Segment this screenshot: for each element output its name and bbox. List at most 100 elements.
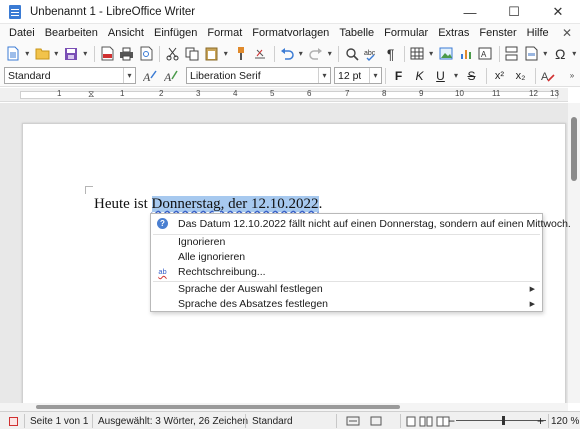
ruler-number: 8: [382, 89, 387, 98]
update-style-icon[interactable]: A: [141, 66, 160, 85]
undo-icon[interactable]: [277, 44, 296, 64]
paragraph-style-select[interactable]: Standard ▾: [4, 67, 136, 84]
selected-text[interactable]: Donnerstag, der 12.10.2022: [151, 196, 319, 212]
underline-button[interactable]: U: [431, 66, 450, 85]
clone-format-icon[interactable]: [231, 44, 250, 64]
redo-dropdown-icon[interactable]: ▾: [326, 49, 333, 58]
menu-datei[interactable]: Datei: [4, 27, 40, 39]
clear-direct-formatting-icon[interactable]: A: [539, 66, 558, 85]
menu-einfuegen[interactable]: Einfügen: [149, 27, 202, 39]
print-icon[interactable]: [117, 44, 136, 64]
chevron-down-icon[interactable]: ▾: [123, 68, 135, 83]
zoom-slider-track[interactable]: [456, 420, 546, 421]
page-count[interactable]: Seite 1 von 1: [30, 414, 88, 428]
menu-item-selection-language[interactable]: Sprache der Auswahl festlegen ▶: [151, 281, 542, 296]
menu-item-ignore[interactable]: Ignorieren: [151, 234, 542, 249]
ruler-number: 7: [345, 89, 350, 98]
superscript-button[interactable]: x²: [490, 66, 509, 85]
menu-item-spelling[interactable]: ab Rechtschreibung...: [151, 264, 542, 279]
redo-icon[interactable]: [306, 44, 325, 64]
special-character-icon[interactable]: Ω: [551, 44, 570, 64]
document-modified-icon[interactable]: [9, 414, 18, 428]
selection-mode-icon[interactable]: [346, 414, 360, 428]
open-dropdown-icon[interactable]: ▾: [53, 49, 60, 58]
multi-page-view-icon[interactable]: [419, 414, 433, 428]
bold-button[interactable]: F: [389, 66, 408, 85]
insert-table-icon[interactable]: [408, 44, 427, 64]
window-title: Unbenannt 1 - LibreOffice Writer: [30, 5, 196, 18]
toolbar-separator: [535, 67, 536, 84]
insert-textbox-icon[interactable]: A: [476, 44, 495, 64]
formatting-marks-icon[interactable]: ¶: [381, 44, 400, 64]
new-document-dropdown-icon[interactable]: ▾: [24, 49, 31, 58]
insert-chart-icon[interactable]: [456, 44, 475, 64]
menu-hilfe[interactable]: Hilfe: [522, 27, 554, 39]
horizontal-scrollbar[interactable]: [0, 403, 568, 411]
font-size-value: 12 pt: [338, 69, 362, 82]
undo-dropdown-icon[interactable]: ▾: [297, 49, 304, 58]
zoom-in-button[interactable]: +: [537, 414, 544, 428]
menu-tabelle[interactable]: Tabelle: [334, 27, 379, 39]
menu-bearbeiten[interactable]: Bearbeiten: [40, 27, 103, 39]
single-page-view-icon[interactable]: [406, 414, 416, 428]
chevron-down-icon[interactable]: ▾: [318, 68, 330, 83]
zoom-out-button[interactable]: −: [448, 414, 455, 428]
insert-image-icon[interactable]: [437, 44, 456, 64]
toolbar-separator: [385, 67, 386, 84]
document-paragraph[interactable]: Heute ist Donnerstag, der 12.10.2022.: [94, 196, 322, 213]
vertical-scrollbar[interactable]: [568, 103, 580, 403]
zoom-level[interactable]: 120 %: [551, 414, 579, 428]
insert-field-icon[interactable]: [522, 44, 541, 64]
menu-extras[interactable]: Extras: [433, 27, 474, 39]
strikethrough-button[interactable]: S: [462, 66, 481, 85]
close-document-icon[interactable]: ✕: [562, 26, 572, 40]
horizontal-ruler[interactable]: 1 ⧖ 1 2 3 4 5 6 7 8 9 10 11 12 13: [0, 88, 568, 102]
special-character-dropdown-icon[interactable]: ▾: [570, 49, 577, 58]
menu-item-paragraph-language[interactable]: Sprache des Absatzes festlegen ▶: [151, 296, 542, 311]
digital-signature-icon[interactable]: [370, 414, 382, 428]
paste-icon[interactable]: [202, 44, 221, 64]
find-replace-icon[interactable]: [342, 44, 361, 64]
open-folder-icon[interactable]: [33, 44, 52, 64]
font-size-select[interactable]: 12 pt ▾: [334, 67, 382, 84]
insert-page-break-icon[interactable]: [502, 44, 521, 64]
horizontal-scroll-thumb[interactable]: [36, 405, 400, 409]
vertical-scroll-thumb[interactable]: [571, 117, 577, 181]
zoom-slider-handle[interactable]: [502, 416, 505, 425]
word-count[interactable]: Ausgewählt: 3 Wörter, 26 Zeichen: [98, 414, 248, 428]
new-style-icon[interactable]: A: [162, 66, 181, 85]
italic-button[interactable]: K: [410, 66, 429, 85]
menu-formular[interactable]: Formular: [379, 27, 433, 39]
menu-formatvorlagen[interactable]: Formatvorlagen: [247, 27, 334, 39]
minimize-button[interactable]: —: [448, 0, 492, 24]
chevron-down-icon[interactable]: ▾: [369, 68, 381, 83]
close-button[interactable]: ✕: [536, 0, 580, 24]
subscript-button[interactable]: x₂: [511, 66, 530, 85]
new-document-icon[interactable]: [4, 44, 23, 64]
copy-icon[interactable]: [183, 44, 202, 64]
spellcheck-icon[interactable]: abc: [362, 44, 381, 64]
underline-dropdown-icon[interactable]: ▾: [452, 71, 460, 80]
ruler-indent-marker[interactable]: ⧖: [88, 89, 94, 100]
spelling-icon: ab: [158, 267, 167, 276]
print-preview-icon[interactable]: [137, 44, 156, 64]
insert-field-dropdown-icon[interactable]: ▾: [542, 49, 549, 58]
menu-item-ignore-all[interactable]: Alle ignorieren: [151, 249, 542, 264]
maximize-button[interactable]: ☐: [492, 0, 536, 24]
cut-icon[interactable]: [163, 44, 182, 64]
font-name-select[interactable]: Liberation Serif ▾: [186, 67, 331, 84]
toolbar-overflow-icon[interactable]: »: [568, 71, 576, 80]
text-boundary-mark: [85, 186, 93, 194]
save-dropdown-icon[interactable]: ▾: [81, 49, 88, 58]
insert-table-dropdown-icon[interactable]: ▾: [427, 49, 434, 58]
paste-dropdown-icon[interactable]: ▾: [222, 49, 229, 58]
page-style[interactable]: Standard: [252, 414, 293, 428]
save-icon[interactable]: [62, 44, 81, 64]
export-pdf-icon[interactable]: [98, 44, 117, 64]
menu-fenster[interactable]: Fenster: [474, 27, 521, 39]
menu-item-label: Ignorieren: [178, 235, 226, 248]
menu-ansicht[interactable]: Ansicht: [103, 27, 149, 39]
clear-format-icon[interactable]: [251, 44, 270, 64]
menu-format[interactable]: Format: [202, 27, 247, 39]
window-controls: — ☐ ✕: [448, 0, 580, 24]
